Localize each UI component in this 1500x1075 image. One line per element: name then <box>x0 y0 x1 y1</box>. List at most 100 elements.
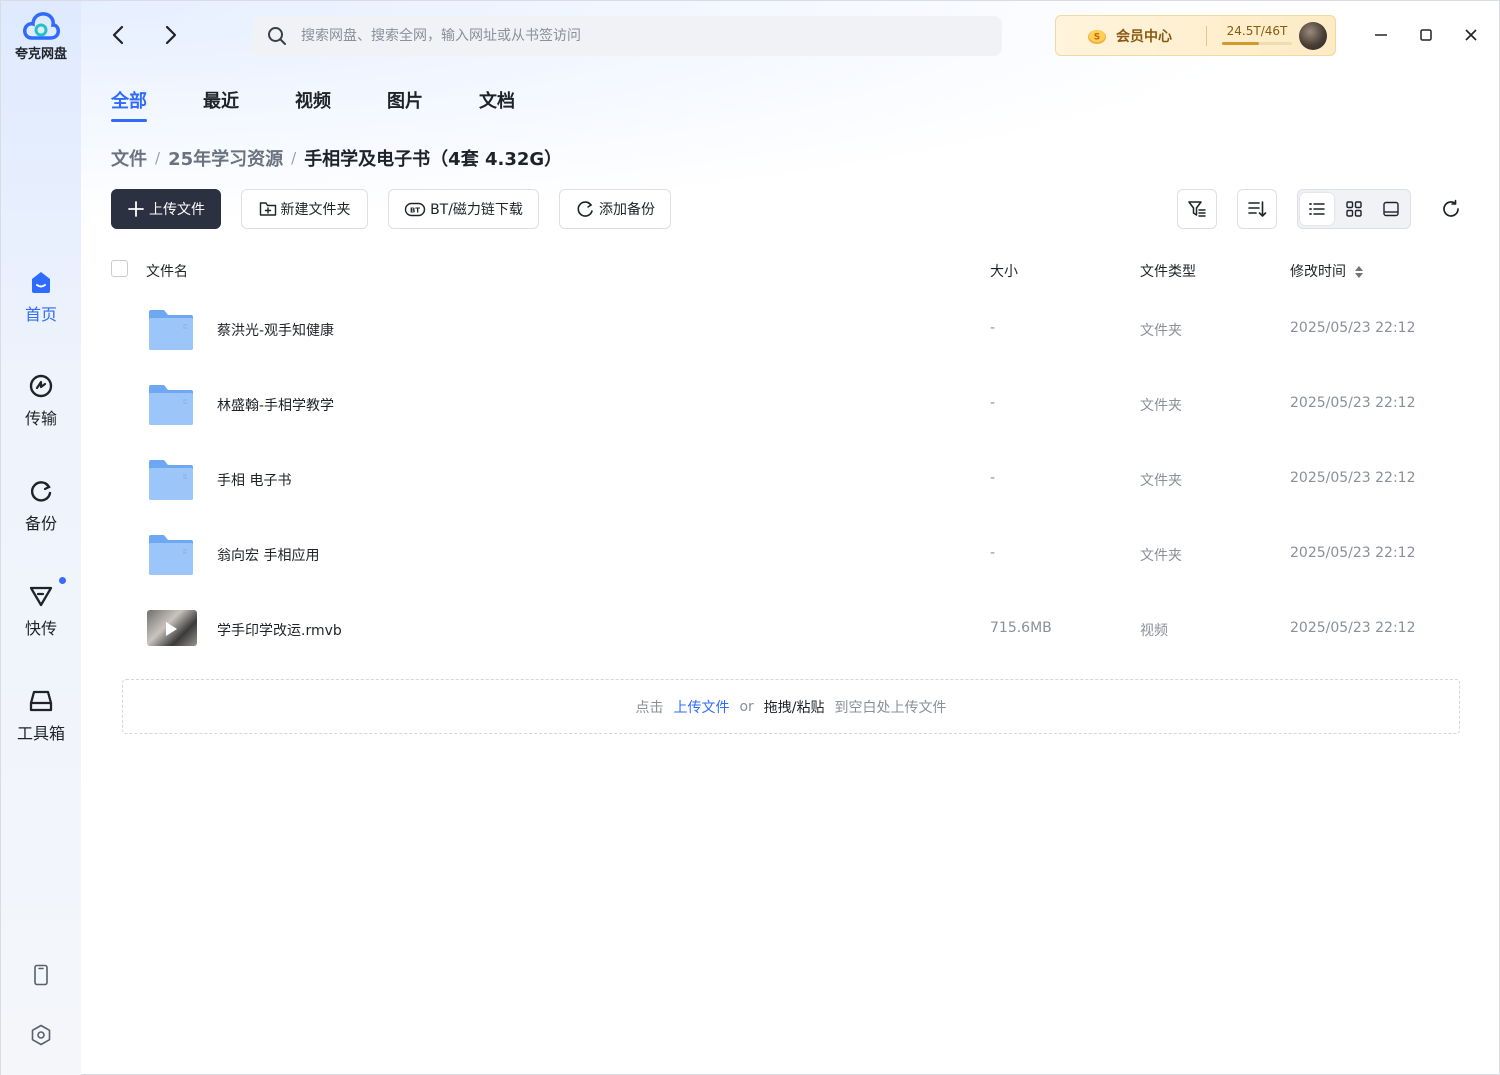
breadcrumb-item[interactable]: 25年学习资源 <box>168 145 283 171</box>
file-modified-time: 2025/05/23 22:12 <box>1290 320 1416 336</box>
grid-view-button[interactable] <box>1337 193 1371 225</box>
new-folder-label: 新建文件夹 <box>280 202 351 218</box>
file-name: 翁向宏 手相应用 <box>217 548 320 564</box>
table-row[interactable]: 林盛翰-手相学教学 - 文件夹 2025/05/23 22:12 <box>111 369 1461 444</box>
list-view-button[interactable] <box>1300 193 1334 225</box>
select-all-checkbox[interactable] <box>111 260 128 277</box>
sort-button[interactable] <box>1237 189 1277 229</box>
file-size: - <box>990 320 996 336</box>
divider <box>1206 26 1207 46</box>
avatar[interactable] <box>1299 22 1327 50</box>
transfer-icon <box>29 374 53 398</box>
drop-zone-suffix: 到空白处上传文件 <box>834 699 947 716</box>
sidebar-item-toolbox[interactable]: 工具箱 <box>1 688 81 744</box>
file-type: 文件夹 <box>1140 323 1182 339</box>
sidebar-item-label: 工具箱 <box>16 724 65 743</box>
tab-recent[interactable]: 最近 <box>203 87 239 123</box>
sidebar-item-label: 快传 <box>24 619 57 638</box>
tab-video[interactable]: 视频 <box>295 87 331 123</box>
file-size: - <box>990 545 996 561</box>
maximize-icon[interactable] <box>1416 25 1436 45</box>
file-size: - <box>990 395 996 411</box>
breadcrumb: 文件 / 25年学习资源 / 手相学及电子书（4套 4.32G） <box>111 145 562 171</box>
settings-icon[interactable] <box>30 1024 52 1046</box>
storage-quota[interactable]: 24.5T/46T <box>1214 24 1300 45</box>
preview-view-button[interactable] <box>1374 193 1408 225</box>
notification-dot <box>59 577 66 584</box>
file-name: 林盛翰-手相学教学 <box>217 398 335 414</box>
file-modified-time: 2025/05/23 22:12 <box>1290 470 1416 486</box>
forward-arrow-icon[interactable] <box>158 23 182 47</box>
file-type: 文件夹 <box>1140 548 1182 564</box>
column-header-type[interactable]: 文件类型 <box>1140 261 1196 281</box>
backup-icon <box>577 201 593 217</box>
folder-icon <box>149 385 193 425</box>
toolbox-icon <box>29 690 53 712</box>
quick-send-icon <box>29 586 53 607</box>
column-header-modified-label: 修改时间 <box>1290 264 1346 280</box>
tab-image[interactable]: 图片 <box>387 87 423 123</box>
drop-zone-prefix: 点击 <box>635 699 664 716</box>
tab-document[interactable]: 文档 <box>479 87 515 123</box>
tab-all[interactable]: 全部 <box>111 87 147 123</box>
close-icon[interactable] <box>1461 25 1481 45</box>
table-row[interactable]: 蔡洪光-观手知健康 - 文件夹 2025/05/23 22:12 <box>111 294 1461 369</box>
video-thumbnail <box>147 610 197 646</box>
quota-text: 24.5T/46T <box>1226 24 1288 38</box>
table-row[interactable]: 手相 电子书 - 文件夹 2025/05/23 22:12 <box>111 444 1461 519</box>
bt-download-button[interactable]: BT BT/磁力链下载 <box>388 189 539 229</box>
sidebar-item-label: 备份 <box>24 514 57 533</box>
column-header-modified[interactable]: 修改时间 <box>1290 261 1364 281</box>
backup-icon <box>30 481 52 502</box>
new-folder-icon <box>259 202 276 216</box>
file-size: 715.6MB <box>990 620 1052 636</box>
vip-center-label: 会员中心 <box>1116 28 1172 45</box>
list-view-icon <box>1309 203 1325 215</box>
preview-view-icon <box>1383 201 1399 217</box>
add-backup-button[interactable]: 添加备份 <box>559 189 671 229</box>
minimize-icon[interactable] <box>1371 25 1391 45</box>
search-input[interactable] <box>301 16 991 56</box>
column-header-size[interactable]: 大小 <box>990 261 1018 281</box>
file-type: 文件夹 <box>1140 398 1182 414</box>
upload-drop-zone[interactable]: 点击 上传文件 or 拖拽/粘贴 到空白处上传文件 <box>122 679 1460 734</box>
phone-icon[interactable] <box>30 964 52 986</box>
file-name: 手相 电子书 <box>217 473 292 489</box>
breadcrumb-item[interactable]: 文件 <box>111 145 147 171</box>
vip-center-button[interactable]: S 会员中心 <box>1086 16 1172 55</box>
sidebar-item-transfer[interactable]: 传输 <box>1 373 81 429</box>
sidebar-item-home[interactable]: 首页 <box>1 269 81 325</box>
table-row[interactable]: 翁向宏 手相应用 - 文件夹 2025/05/23 22:12 <box>111 519 1461 594</box>
svg-text:S: S <box>1094 32 1100 42</box>
file-type: 视频 <box>1140 623 1168 639</box>
file-name: 蔡洪光-观手知健康 <box>217 323 335 339</box>
sidebar-item-backup[interactable]: 备份 <box>1 478 81 534</box>
drop-zone-upload-link[interactable]: 上传文件 <box>673 697 729 717</box>
upload-button[interactable]: 上传文件 <box>111 189 221 229</box>
drop-zone-action: 拖拽/粘贴 <box>763 699 825 716</box>
svg-text:BT: BT <box>410 207 420 215</box>
sidebar: 夸克网盘 首页 传输 备份 快传 工具箱 <box>1 1 81 1075</box>
folder-icon <box>149 460 193 500</box>
back-arrow-icon[interactable] <box>107 23 131 47</box>
sidebar-item-quick-send[interactable]: 快传 <box>1 577 81 639</box>
view-mode-switch <box>1297 189 1411 229</box>
file-type: 文件夹 <box>1140 473 1182 489</box>
search-bar[interactable] <box>253 16 1002 56</box>
search-icon <box>268 27 286 45</box>
cloud-logo-icon <box>23 12 60 40</box>
file-table-header: 文件名 大小 文件类型 修改时间 <box>111 259 1461 281</box>
refresh-icon[interactable] <box>1441 199 1461 219</box>
bt-download-label: BT/磁力链下载 <box>430 202 523 218</box>
new-folder-button[interactable]: 新建文件夹 <box>241 189 368 229</box>
table-row[interactable]: 学手印学改运.rmvb 715.6MB 视频 2025/05/23 22:12 <box>111 594 1461 669</box>
drop-zone-or: or <box>739 698 754 715</box>
app-logo[interactable]: 夸克网盘 <box>1 11 81 62</box>
file-modified-time: 2025/05/23 22:12 <box>1290 545 1416 561</box>
folder-icon <box>149 535 193 575</box>
column-header-name[interactable]: 文件名 <box>146 261 188 281</box>
app-name: 夸克网盘 <box>14 47 67 62</box>
sidebar-item-label: 传输 <box>24 409 57 428</box>
filter-button[interactable] <box>1177 189 1217 229</box>
vip-coin-icon: S <box>1088 29 1106 44</box>
